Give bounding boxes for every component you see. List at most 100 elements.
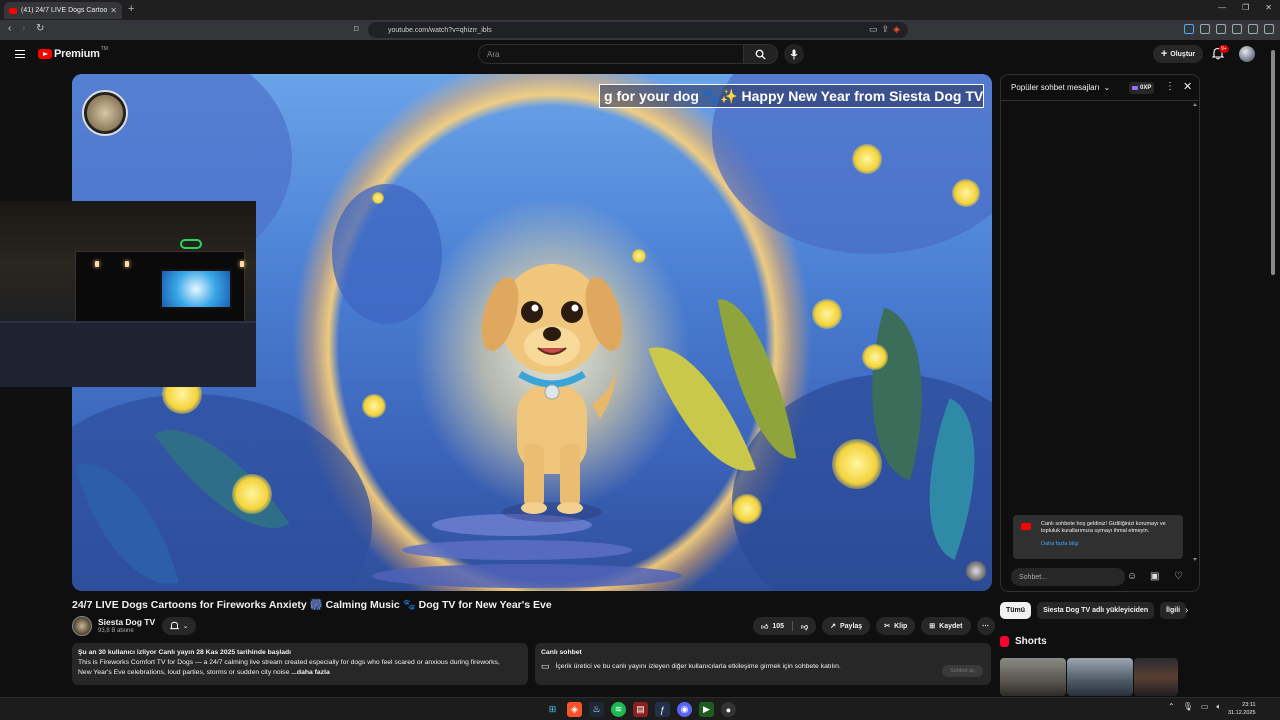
close-window-icon[interactable]: ✕ (1265, 3, 1272, 12)
clip-button[interactable]: ✂ Klip (876, 617, 916, 635)
open-chat-button[interactable]: Sohbet aç (942, 665, 983, 677)
bell-icon (169, 621, 179, 630)
emoji-icon[interactable]: ☺ (1127, 571, 1137, 582)
flower (852, 144, 882, 174)
extension-icon[interactable] (1200, 24, 1210, 34)
super-chat-icon[interactable]: ▣ (1150, 571, 1159, 582)
flower (812, 299, 842, 329)
taskbar-clock[interactable]: 23:11 31.12.2025 (1228, 701, 1256, 717)
steam-icon[interactable]: ♨ (589, 702, 604, 717)
mic-tray-icon[interactable]: 🎙︎ (1183, 702, 1193, 712)
scrolling-ticker: g for your dog 🐾✨ Happy New Year from Si… (599, 84, 984, 108)
chat-input[interactable]: Sohbet... (1011, 568, 1125, 586)
page-scrollbar[interactable] (1270, 44, 1276, 692)
heart-icon[interactable]: ♡ (1174, 571, 1183, 582)
more-icon: ⋯ (982, 623, 990, 630)
chevron-right-icon[interactable]: › (1185, 605, 1188, 616)
save-label: Kaydet (939, 622, 963, 630)
chat-options-icon[interactable]: ⋮ (1165, 81, 1175, 92)
shelf-light (95, 261, 99, 267)
flower (952, 179, 980, 207)
video-branding-icon[interactable] (966, 561, 986, 581)
close-chat-icon[interactable]: ✕ (1183, 80, 1192, 93)
description-box[interactable]: Şu an 30 kullanıcı izliyor Canlı yayın 2… (72, 643, 528, 685)
more-actions-button[interactable]: ⋯ (976, 617, 995, 635)
windows-start-icon[interactable]: ⊞ (545, 702, 560, 717)
share-icon[interactable]: ⇪ (882, 24, 890, 35)
sidebar-icon[interactable] (1248, 24, 1258, 34)
spotify-icon[interactable]: ≋ (611, 702, 626, 717)
subscription-bell-button[interactable]: ⌄ (162, 617, 196, 635)
volume-icon[interactable]: 🔈︎ (1216, 702, 1221, 712)
chevron-down-icon: ⌄ (1103, 83, 1111, 92)
short-thumbnail[interactable] (1000, 658, 1066, 696)
url-text: youtube.com/watch?v=qhizrr_ibls (388, 26, 492, 34)
close-tab-icon[interactable]: ✕ (110, 6, 117, 15)
clip-label: Klip (894, 622, 908, 630)
subscriber-count: 93,8 B abone (98, 628, 134, 634)
new-tab-icon[interactable]: + (128, 3, 134, 15)
logo-text: Premium (54, 48, 100, 60)
chat-welcome-message: Canlı sohbete hoş geldiniz! Gizliliğiniz… (1013, 515, 1183, 559)
forward-icon[interactable]: › (22, 23, 25, 34)
shelf-light (240, 261, 244, 267)
video-actions: 👍︎ 105 👎︎ ↗ Paylaş ✂ Klip ⊞ Kaydet ⋯ (753, 617, 995, 635)
discord-icon[interactable]: ◉ (677, 702, 692, 717)
scrollbar-thumb[interactable] (1271, 50, 1275, 275)
address-bar[interactable]: ⌑ youtube.com/watch?v=qhizrr_ibls ▭ ⇪ ◈ (354, 22, 908, 38)
github-icon[interactable]: ● (721, 702, 736, 717)
live-chat-card-title: Canlı sohbet (541, 649, 582, 656)
channel-name[interactable]: Siesta Dog TV (98, 617, 155, 627)
flower (862, 344, 888, 370)
search-input[interactable]: Ara (478, 44, 744, 64)
like-button[interactable]: 👍︎ 105 👎︎ (753, 617, 817, 635)
reload-icon[interactable]: ↻ (36, 23, 44, 34)
share-button[interactable]: ↗ Paylaş (822, 617, 871, 635)
voice-search-button[interactable] (784, 44, 804, 64)
logo-tm: TM (100, 46, 108, 52)
cast-icon[interactable]: ▭ (869, 24, 878, 35)
window-controls: — ❐ ✕ (1218, 3, 1272, 12)
brave-shield-icon[interactable]: ◈ (893, 24, 900, 35)
youtube-header: Premium TM Ara + Oluştur 9+ (0, 40, 1280, 70)
media-app-icon[interactable]: ▤ (633, 702, 648, 717)
share-label: Paylaş (840, 622, 863, 630)
xp-badge[interactable]: 0XP (1129, 82, 1155, 94)
learn-more-link[interactable]: Daha fazla bilgi (1041, 541, 1177, 548)
chip-all[interactable]: Tümü (1000, 602, 1032, 619)
browser-tab[interactable]: (41) 24/7 LIVE Dogs Cartoons ✕ (4, 2, 122, 19)
brave-browser-icon[interactable]: ◈ (567, 702, 582, 717)
channel-avatar[interactable] (72, 616, 92, 636)
create-button[interactable]: + Oluştur (1153, 45, 1203, 63)
chip-from-uploader[interactable]: Siesta Dog TV adlı yükleyiciden (1037, 602, 1155, 619)
clock-date: 31.12.2025 (1228, 710, 1256, 716)
display-icon[interactable]: ▭ (1201, 702, 1209, 712)
search-button[interactable] (744, 44, 778, 64)
youtube-premium-logo[interactable]: Premium TM (38, 46, 108, 60)
menu-icon[interactable] (1264, 24, 1274, 34)
tray-chevron-icon[interactable]: ⌃ (1168, 702, 1175, 712)
media-icon[interactable] (1232, 24, 1242, 34)
chat-scrollbar[interactable] (1193, 101, 1197, 561)
maximize-icon[interactable]: ❐ (1242, 3, 1249, 12)
back-icon[interactable]: ‹ (8, 23, 11, 34)
channel-watermark[interactable] (82, 90, 128, 136)
bookmark-icon[interactable]: ⌑ (354, 24, 359, 35)
save-button[interactable]: ⊞ Kaydet (921, 617, 971, 635)
wallet-icon[interactable] (1216, 24, 1226, 34)
show-more-link[interactable]: ...daha fazla (291, 669, 330, 676)
xp-icon (1132, 86, 1138, 90)
thumbs-down-icon[interactable]: 👎︎ (801, 622, 808, 631)
youtube-logo-icon (38, 49, 52, 59)
short-thumbnail[interactable] (1067, 658, 1133, 696)
translate-extension-icon[interactable] (1184, 24, 1194, 34)
chevron-down-icon: ⌄ (182, 623, 189, 630)
hamburger-menu-icon[interactable] (15, 50, 25, 58)
chip-related[interactable]: İlgili (1160, 602, 1187, 619)
chat-mode-dropdown[interactable]: Popüler sohbet mesajları ⌄ (1011, 83, 1110, 92)
short-thumbnail[interactable] (1134, 658, 1178, 696)
minimize-icon[interactable]: — (1218, 3, 1226, 12)
avatar[interactable] (1239, 46, 1255, 62)
game-launcher-icon[interactable]: ▶ (699, 702, 714, 717)
editor-app-icon[interactable]: ƒ (655, 702, 670, 717)
